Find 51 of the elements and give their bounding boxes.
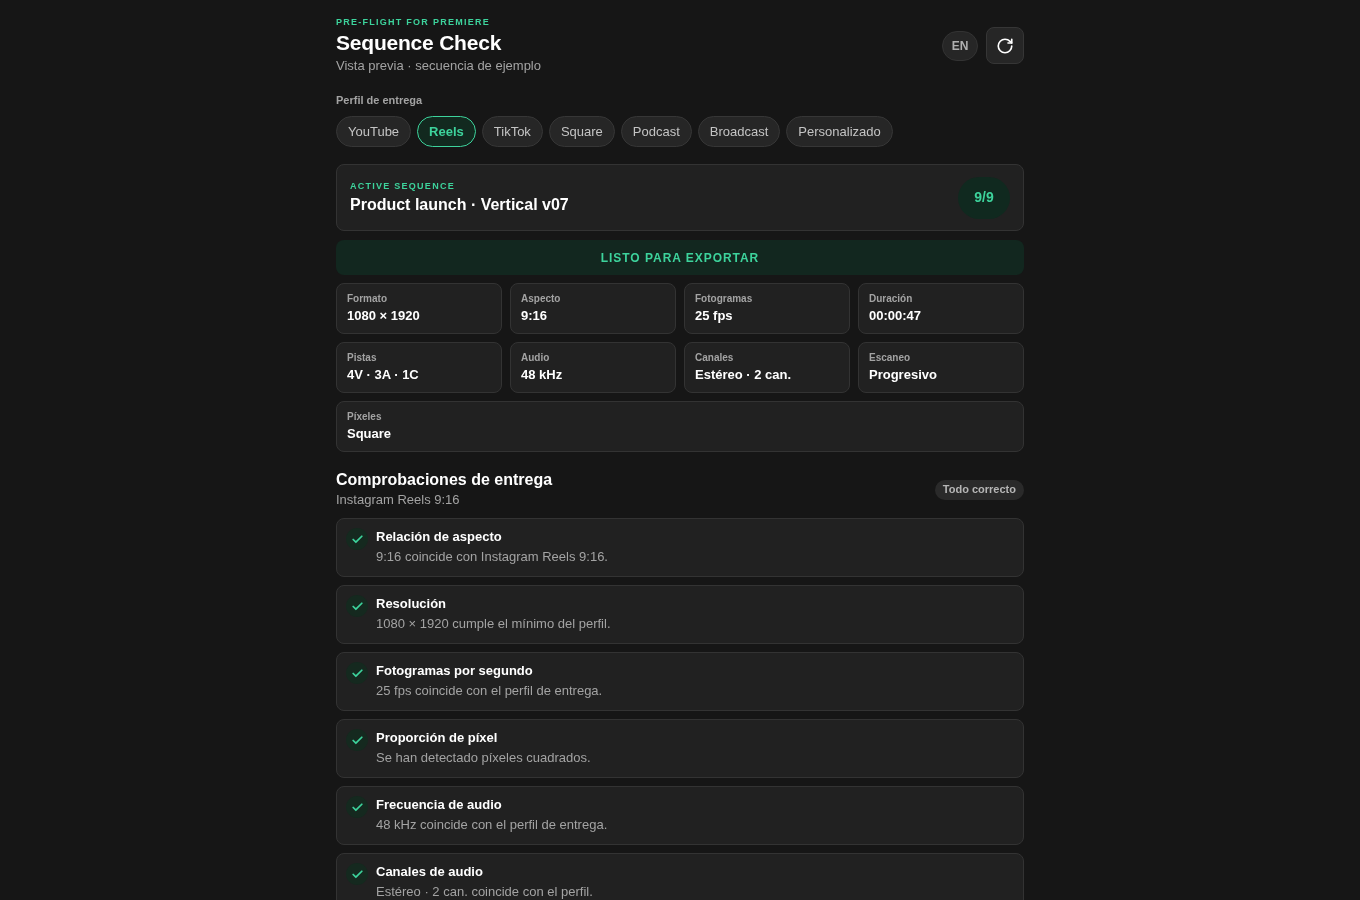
profile-tab[interactable]: Reels bbox=[417, 116, 476, 147]
spec-value: Square bbox=[347, 425, 393, 443]
refresh-button[interactable] bbox=[986, 27, 1024, 64]
check-description: 1080 × 1920 cumple el mínimo del perfil. bbox=[376, 615, 611, 633]
page-title: Sequence Check bbox=[336, 30, 503, 56]
spec-value: 00:00:47 bbox=[869, 307, 923, 325]
check-description: Se han detectado píxeles cuadrados. bbox=[376, 749, 591, 767]
check-title: Fotogramas por segundo bbox=[376, 662, 534, 680]
app-eyebrow: PRE-FLIGHT FOR PREMIERE bbox=[336, 16, 491, 28]
spec-label: Escaneo bbox=[869, 351, 912, 365]
section-title: Comprobaciones de entrega bbox=[336, 470, 553, 490]
score-badge: 9/9 bbox=[958, 176, 1010, 219]
profile-tab[interactable]: Personalizado bbox=[786, 116, 893, 147]
check-title: Relación de aspecto bbox=[376, 528, 503, 546]
spec-value: 1080 × 1920 bbox=[347, 307, 421, 325]
profile-tab[interactable]: Square bbox=[548, 116, 615, 147]
check-description: Estéreo · 2 can. coincide con el perfil. bbox=[376, 883, 593, 900]
refresh-icon bbox=[996, 36, 1014, 55]
profile-tab[interactable]: Podcast bbox=[620, 116, 692, 147]
spec-label: Píxeles bbox=[347, 410, 383, 424]
check-title: Resolución bbox=[376, 595, 448, 613]
profile-tab[interactable]: YouTube bbox=[336, 116, 412, 147]
spec-label: Fotogramas bbox=[695, 292, 754, 306]
check-title: Proporción de píxel bbox=[376, 729, 499, 747]
spec-label: Audio bbox=[521, 351, 551, 365]
check-title: Frecuencia de audio bbox=[376, 796, 503, 814]
status-badge: Todo correcto bbox=[934, 479, 1024, 500]
check-description: 25 fps coincide con el perfil de entrega. bbox=[376, 682, 603, 700]
sequence-name: Product launch · Vertical v07 bbox=[350, 195, 569, 215]
spec-label: Duración bbox=[869, 292, 914, 306]
check-title: Canales de audio bbox=[376, 863, 484, 881]
language-button[interactable]: EN bbox=[942, 30, 978, 61]
spec-value: 4V · 3A · 1C bbox=[347, 366, 420, 384]
spec-label: Aspecto bbox=[521, 292, 562, 306]
spec-value: Progresivo bbox=[869, 366, 938, 384]
spec-value: Estéreo · 2 can. bbox=[695, 366, 793, 384]
card-eyebrow: ACTIVE SEQUENCE bbox=[350, 180, 456, 192]
spec-value: 48 kHz bbox=[521, 366, 564, 384]
spec-label: Canales bbox=[695, 351, 735, 365]
spec-value: 9:16 bbox=[521, 307, 549, 325]
profile-tab[interactable]: TikTok bbox=[481, 116, 543, 147]
check-description: 9:16 coincide con Instagram Reels 9:16. bbox=[376, 548, 608, 566]
section-subtitle: Instagram Reels 9:16 bbox=[336, 491, 461, 509]
profile-label: Perfil de entrega bbox=[336, 93, 424, 108]
spec-label: Formato bbox=[347, 292, 388, 306]
page-subtitle: Vista previa · secuencia de ejemplo bbox=[336, 57, 541, 75]
spec-label: Pistas bbox=[347, 351, 378, 365]
spec-value: 25 fps bbox=[695, 307, 734, 325]
check-description: 48 kHz coincide con el perfil de entrega. bbox=[376, 816, 608, 834]
status-banner: LISTO PARA EXPORTAR bbox=[336, 240, 1024, 275]
profile-tab[interactable]: Broadcast bbox=[697, 116, 781, 147]
